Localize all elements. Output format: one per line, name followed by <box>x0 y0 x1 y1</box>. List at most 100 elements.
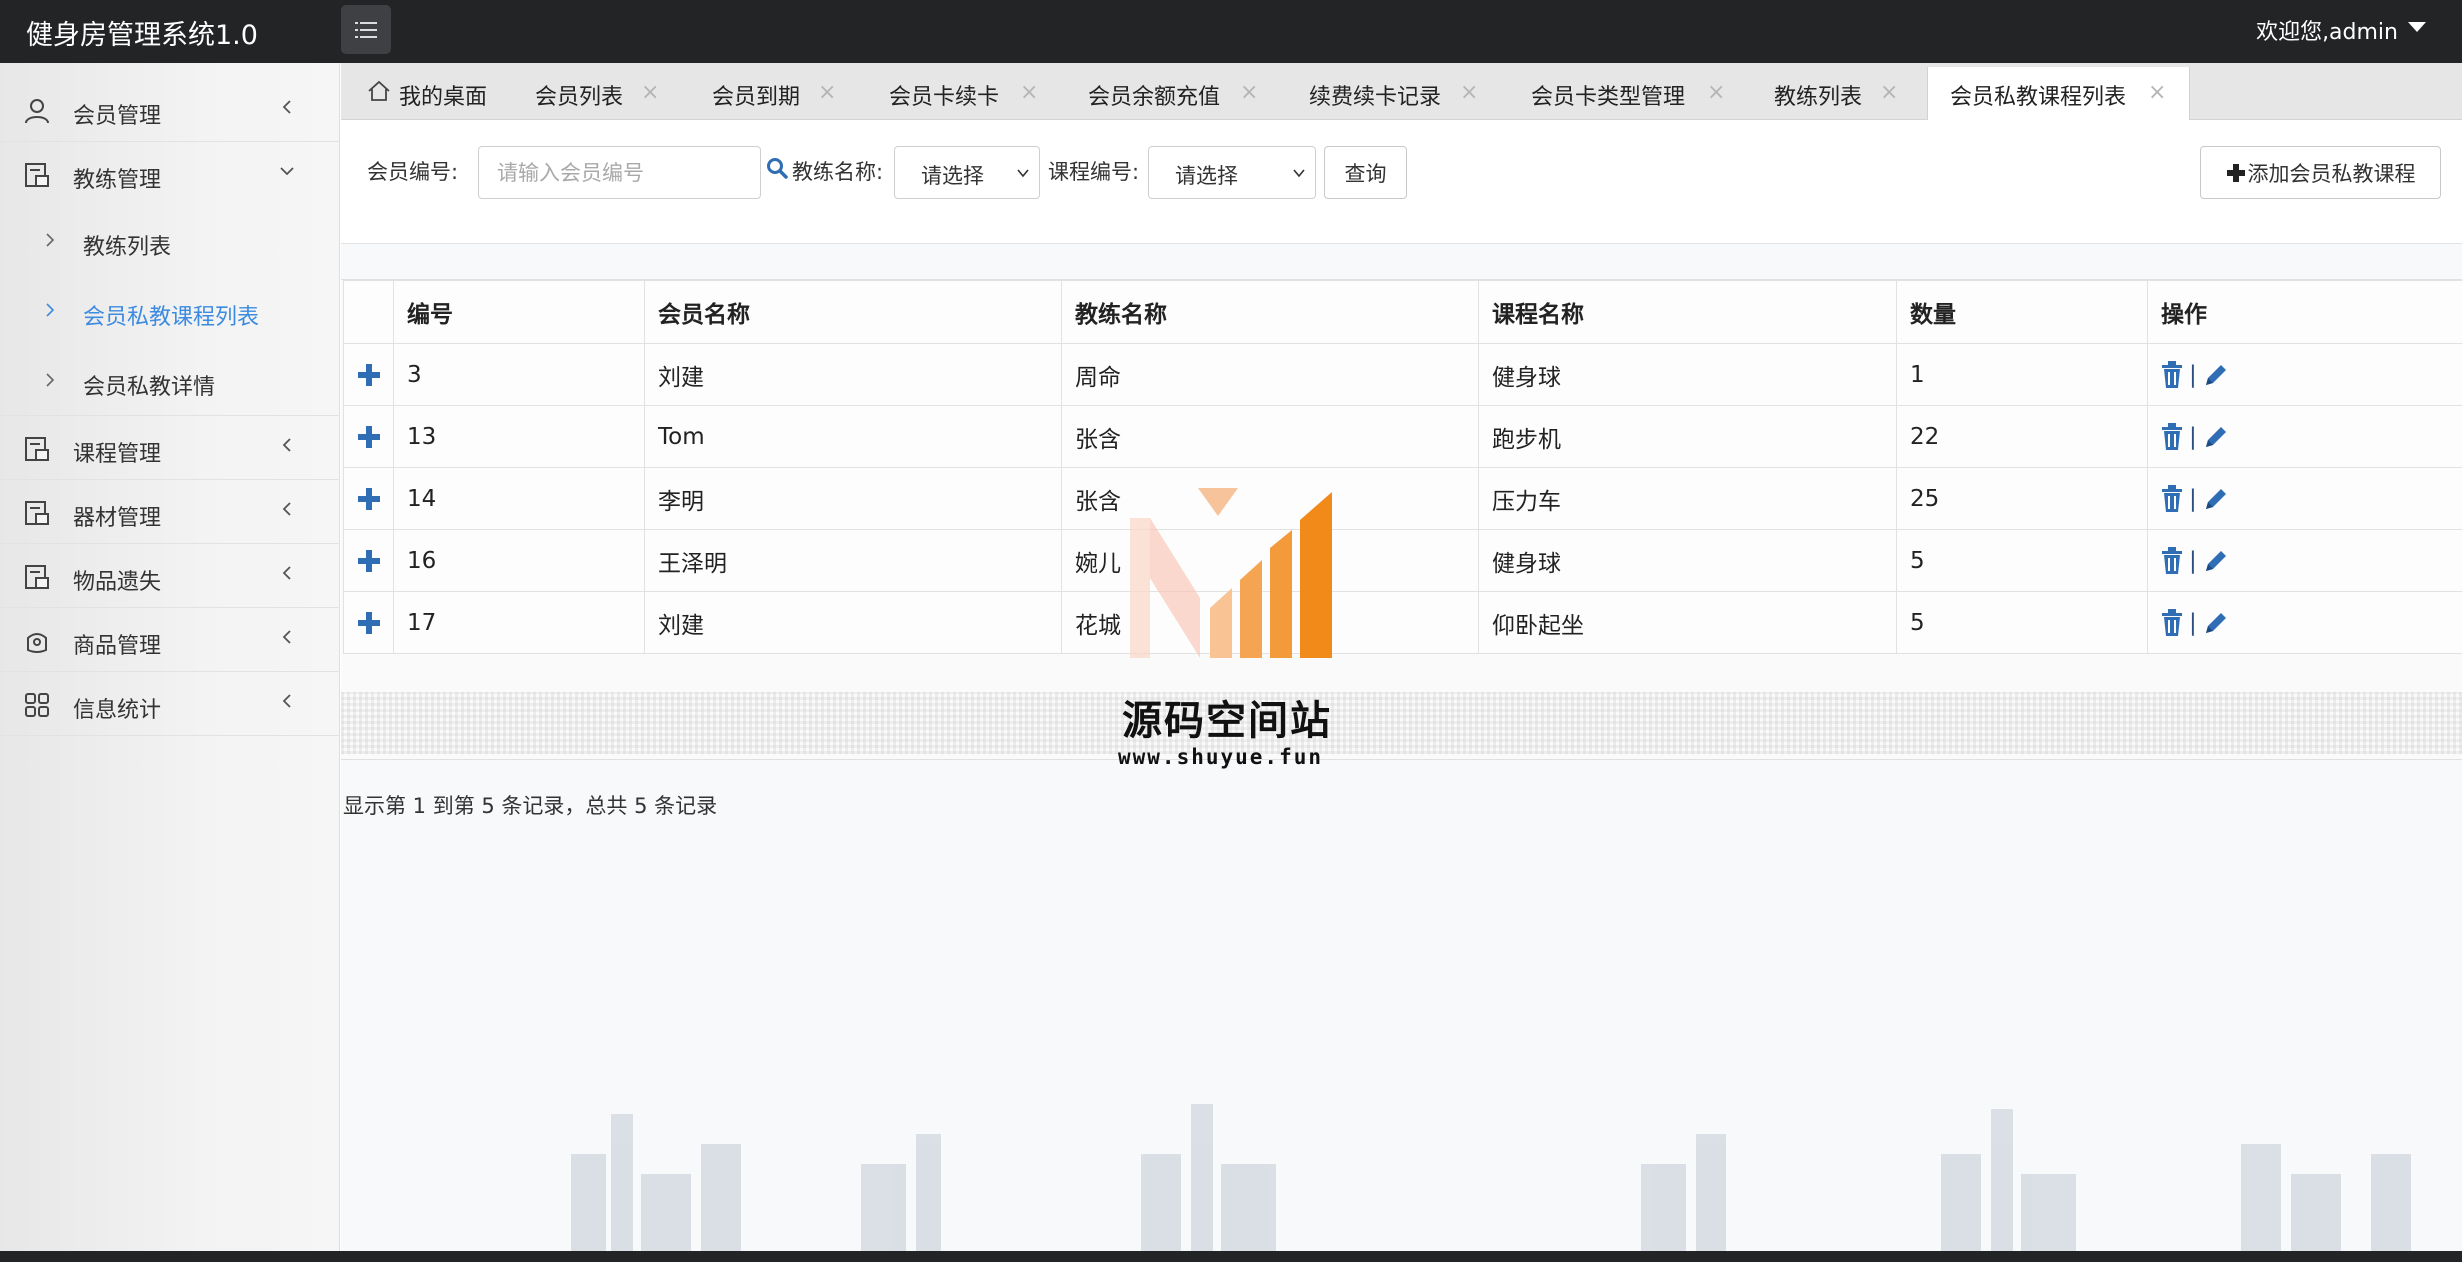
sidebar-subitem-coach-list[interactable]: 教练列表 <box>0 206 340 276</box>
bottom-bar <box>0 1251 2462 1262</box>
add-private-course-button[interactable]: 添加会员私教课程 <box>2200 146 2441 199</box>
close-icon[interactable]: × <box>1460 80 1478 105</box>
cell-coach: 张含 <box>1061 405 1479 468</box>
trash-icon[interactable] <box>2161 608 2183 637</box>
tab-coach-list[interactable]: 教练列表 × <box>1774 67 1914 120</box>
cell-member: 王泽明 <box>644 529 1062 592</box>
document-icon <box>25 565 49 589</box>
column-header[interactable]: 会员名称 <box>644 280 1062 344</box>
cell-actions: | <box>2147 591 2462 654</box>
tab-label: 会员列表 <box>535 85 624 110</box>
pencil-icon[interactable] <box>2203 548 2229 574</box>
course-table-card: 编号 会员名称 教练名称 课程名称 数量 操作 3 刘建 周命 健身球 1 | … <box>341 279 2462 760</box>
sidebar-subitem-label: 会员私教详情 <box>83 375 216 400</box>
sidebar-item-coach-management[interactable]: 教练管理 <box>0 142 340 206</box>
grid-icon <box>25 693 49 717</box>
chevron-right-icon <box>46 373 55 387</box>
city-skyline-decor <box>571 1104 2411 1251</box>
watermark-title: 源码空间站 <box>1122 698 1332 744</box>
chevron-down-icon <box>280 167 294 176</box>
course-no-select[interactable]: 请选择 <box>1148 146 1316 199</box>
close-icon[interactable]: × <box>818 80 836 105</box>
close-icon[interactable]: × <box>1020 80 1038 105</box>
pencil-icon[interactable] <box>2203 424 2229 450</box>
sidebar-item-course-management[interactable]: 课程管理 <box>0 416 340 480</box>
plus-icon <box>357 550 380 572</box>
sidebar-item-statistics[interactable]: 信息统计 <box>0 672 340 736</box>
table-row: 3 刘建 周命 健身球 1 | <box>343 343 2462 406</box>
tab-card-type-management[interactable]: 会员卡类型管理 × <box>1531 67 1736 120</box>
sidebar-subitem-member-private-detail[interactable]: 会员私教详情 <box>0 346 340 416</box>
tab-label: 会员卡续卡 <box>889 85 1000 110</box>
chevron-right-icon <box>46 303 55 317</box>
menu-toggle-button[interactable] <box>341 5 391 54</box>
tab-renewal-records[interactable]: 续费续卡记录 × <box>1309 67 1494 120</box>
chevron-down-icon <box>1293 169 1305 178</box>
cell-actions: | <box>2147 343 2462 406</box>
close-icon[interactable]: × <box>1880 80 1898 105</box>
tab-member-private-course-list[interactable]: 会员私教课程列表 × <box>1927 67 2190 120</box>
cell-course: 健身球 <box>1478 343 1897 406</box>
cell-qty: 1 <box>1896 343 2148 406</box>
close-icon[interactable]: × <box>641 80 659 105</box>
sidebar-item-goods-management[interactable]: 商品管理 <box>0 608 340 672</box>
user-icon <box>25 99 49 124</box>
sidebar-item-equipment-management[interactable]: 器材管理 <box>0 480 340 544</box>
column-header[interactable]: 课程名称 <box>1478 280 1897 344</box>
tab-member-list[interactable]: 会员列表 × <box>535 67 675 120</box>
coach-name-select[interactable]: 请选择 <box>894 146 1040 199</box>
query-button[interactable]: 查询 <box>1324 146 1407 199</box>
tab-member-expiry[interactable]: 会员到期 × <box>712 67 852 120</box>
plus-icon <box>2226 163 2245 182</box>
sidebar-item-lost-items[interactable]: 物品遗失 <box>0 544 340 608</box>
trash-icon[interactable] <box>2161 360 2183 389</box>
sidebar-item-label: 会员管理 <box>73 104 162 129</box>
column-header[interactable]: 数量 <box>1896 280 2148 344</box>
document-icon <box>25 501 49 525</box>
add-button-label: 添加会员私教课程 <box>2247 161 2416 186</box>
close-icon[interactable]: × <box>2148 80 2166 105</box>
trash-icon[interactable] <box>2161 546 2183 575</box>
column-header[interactable]: 教练名称 <box>1061 280 1479 344</box>
cell-id: 16 <box>393 529 645 592</box>
close-icon[interactable]: × <box>1240 80 1258 105</box>
sidebar-item-label: 教练管理 <box>73 168 162 193</box>
expand-row-button[interactable] <box>343 591 394 654</box>
tab-card-renewal[interactable]: 会员卡续卡 × <box>889 67 1049 120</box>
pencil-icon[interactable] <box>2203 362 2229 388</box>
plus-icon <box>357 488 380 510</box>
expand-row-button[interactable] <box>343 529 394 592</box>
column-header: 操作 <box>2147 280 2462 344</box>
sidebar-item-label: 信息统计 <box>73 698 162 723</box>
sidebar-subitem-member-private-course-list[interactable]: 会员私教课程列表 <box>0 276 340 346</box>
sidebar-item-label: 物品遗失 <box>73 570 162 595</box>
list-icon <box>355 21 377 38</box>
expand-row-button[interactable] <box>343 467 394 530</box>
sidebar-item-member-management[interactable]: 会员管理 <box>0 78 340 142</box>
top-bar: 健身房管理系统1.0 欢迎您,admin <box>0 0 2462 63</box>
document-icon <box>25 163 49 187</box>
trash-icon[interactable] <box>2161 422 2183 451</box>
cell-course: 仰卧起坐 <box>1478 591 1897 654</box>
pencil-icon[interactable] <box>2203 486 2229 512</box>
cell-qty: 5 <box>1896 529 2148 592</box>
cell-actions: | <box>2147 467 2462 530</box>
table-row: 14 李明 张含 压力车 25 | <box>343 467 2462 530</box>
expand-row-button[interactable] <box>343 343 394 406</box>
pencil-icon[interactable] <box>2203 610 2229 636</box>
table-header-row: 编号 会员名称 教练名称 课程名称 数量 操作 <box>343 280 2462 344</box>
expand-header <box>343 280 394 344</box>
column-header[interactable]: 编号 <box>393 280 645 344</box>
user-menu[interactable]: 欢迎您,admin <box>2256 14 2426 46</box>
tab-bar: 我的桌面 会员列表 × 会员到期 × 会员卡续卡 × 会员余额充值 × 续费续卡… <box>341 63 2462 120</box>
tab-my-desktop[interactable]: 我的桌面 <box>363 67 488 120</box>
expand-row-button[interactable] <box>343 405 394 468</box>
trash-icon[interactable] <box>2161 484 2183 513</box>
pagination-info: 显示第 1 到第 5 条记录，总共 5 条记录 <box>343 794 718 818</box>
action-separator: | <box>2189 547 2197 574</box>
cell-actions: | <box>2147 529 2462 592</box>
member-no-input[interactable] <box>478 146 761 199</box>
tab-balance-recharge[interactable]: 会员余额充值 × <box>1088 67 1273 120</box>
search-icon[interactable] <box>766 157 788 179</box>
close-icon[interactable]: × <box>1707 80 1725 105</box>
